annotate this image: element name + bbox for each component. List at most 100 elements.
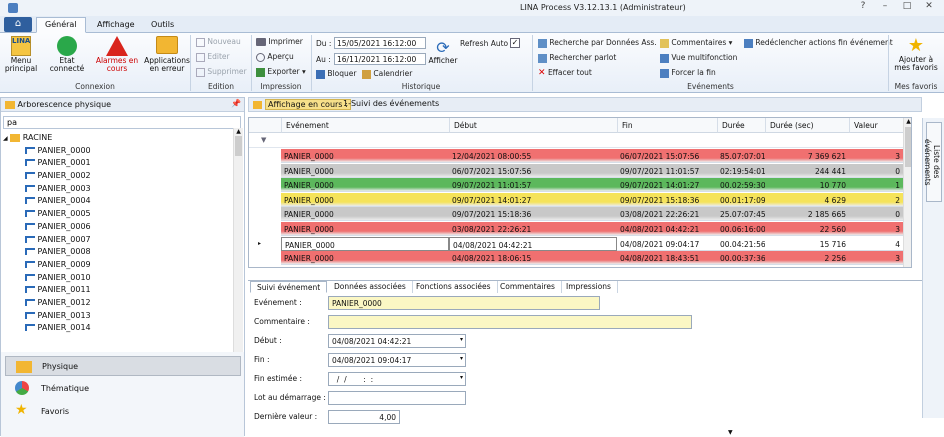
column-header[interactable]: Evénement: [281, 118, 449, 133]
etat-connecte-button[interactable]: Etat connecté: [44, 36, 90, 73]
fin-field[interactable]: 04/08/2021 09:04:17 ▾: [328, 353, 466, 367]
table-cell: PANIER_0000: [284, 254, 334, 264]
afficher-button[interactable]: ⟳ Afficher: [428, 39, 458, 65]
menu-principal-button[interactable]: LINA Menu principal: [2, 36, 40, 73]
recherche-donnees-button[interactable]: Recherche par Données Ass.: [538, 38, 657, 48]
column-header[interactable]: Durée (sec): [765, 118, 849, 133]
help-button[interactable]: ?: [852, 1, 874, 15]
search-lot-icon: [538, 53, 547, 63]
tree-item[interactable]: PANIER_0008: [3, 246, 233, 259]
calendrier-button[interactable]: Calendrier: [362, 69, 412, 79]
table-row[interactable]: PANIER_0000 04/08/2021 18:06:15 04/08/2021…: [249, 251, 911, 266]
au-datetime-input[interactable]: 16/11/2021 16:12:00: [334, 53, 426, 65]
detail-tab[interactable]: Suivi événement: [250, 281, 328, 293]
group-label-edition: Edition: [208, 82, 234, 91]
column-header[interactable]: Valeur: [849, 118, 903, 133]
tree-item[interactable]: PANIER_0009: [3, 259, 233, 272]
editer-button[interactable]: Editer: [196, 52, 230, 62]
recherche-parlot-button[interactable]: Rechercher parlot: [538, 53, 616, 63]
tree-item[interactable]: PANIER_0013: [3, 310, 233, 323]
table-cell: 10 770: [819, 181, 846, 191]
effacer-tout-button[interactable]: ✕ Effacer tout: [538, 68, 592, 78]
column-header[interactable]: Début: [449, 118, 617, 133]
tab-general[interactable]: Général: [36, 17, 86, 33]
minimize-button[interactable]: –: [874, 1, 896, 15]
recherche-donnees-label: Recherche par Données Ass.: [549, 38, 657, 47]
forcer-fin-button[interactable]: Forcer la fin: [660, 68, 716, 78]
liste-evenements-tab[interactable]: Liste des événements: [923, 122, 942, 202]
table-row[interactable]: PANIER_0000 06/07/2021 15:07:56 09/07/2021…: [249, 163, 911, 179]
table-cell: 3: [895, 152, 900, 161]
apercu-button[interactable]: Aperçu: [256, 52, 294, 62]
redeclencher-button[interactable]: Redéclencher actions fin événement: [744, 38, 893, 48]
lot-field[interactable]: [328, 391, 466, 405]
filter-row[interactable]: ▼: [249, 133, 911, 148]
table-row[interactable]: PANIER_0000 03/08/2021 22:26:21 04/08/2021…: [249, 222, 911, 237]
imprimer-button[interactable]: Imprimer: [256, 37, 303, 46]
home-icon[interactable]: ⌂: [4, 17, 32, 32]
dropdown-arrow-icon[interactable]: ▾: [460, 374, 463, 381]
table-cell: 03/08/2021 22:26:21: [452, 225, 532, 234]
dropdown-arrow-icon[interactable]: ▾: [460, 355, 463, 362]
exporter-button[interactable]: Exporter ▾: [256, 67, 306, 77]
debut-field[interactable]: 04/08/2021 04:42:21 ▾: [328, 334, 466, 348]
dropdown-arrow-icon[interactable]: ▾: [460, 336, 463, 343]
tree-root[interactable]: ◢ RACINE: [3, 132, 233, 145]
tab-outils[interactable]: Outils: [142, 17, 183, 33]
table-row[interactable]: PANIER_0000 09/07/2021 15:18:36 03/08/2021…: [249, 207, 911, 222]
tree-scrollbar[interactable]: ▲: [233, 128, 243, 366]
tree-item-label: PANIER_0007: [37, 234, 91, 244]
tree-item[interactable]: PANIER_0000: [3, 145, 233, 158]
tree-item-label: PANIER_0002: [37, 171, 91, 181]
detail-tab[interactable]: Impressions: [560, 281, 618, 293]
tree-item[interactable]: PANIER_0002: [3, 170, 233, 183]
ajouter-favoris-button[interactable]: ★ Ajouter à mes favoris: [890, 36, 942, 72]
commentaires-button[interactable]: Commentaires ▾: [660, 38, 732, 48]
table-cell: 04/08/2021 18:43:51: [620, 254, 700, 264]
splitter-arrow-icon[interactable]: ▼: [728, 429, 733, 436]
tree-item[interactable]: PANIER_0004: [3, 195, 233, 208]
vue-multifonction-button[interactable]: Vue multifonction: [660, 53, 737, 63]
grid-scrollbar[interactable]: ▲: [903, 118, 911, 267]
bloquer-button[interactable]: Bloquer: [316, 69, 356, 79]
commentaire-field[interactable]: [328, 315, 692, 329]
nav-thematique[interactable]: Thématique: [5, 379, 241, 399]
maximize-button[interactable]: □: [896, 1, 918, 15]
table-row[interactable]: PANIER_0000 12/04/2021 08:00:55 06/07/2021…: [249, 149, 911, 164]
nav-physique[interactable]: Physique: [5, 356, 241, 376]
close-button[interactable]: ✕: [918, 1, 940, 15]
tree-item[interactable]: PANIER_0005: [3, 208, 233, 221]
alarmes-en-cours-button[interactable]: Alarmes en cours: [94, 36, 140, 73]
detail-tab[interactable]: Fonctions associées: [410, 281, 498, 293]
nav-favoris[interactable]: ★ Favoris: [5, 402, 241, 422]
table-row[interactable]: ▸ PANIER_0000 04/08/2021 04:42:21 04/08/202…: [249, 236, 911, 252]
node-icon: [25, 172, 35, 180]
nouveau-button[interactable]: Nouveau: [196, 37, 241, 47]
tree-item[interactable]: PANIER_0007: [3, 234, 233, 247]
refresh-auto-checkbox[interactable]: ✓: [510, 38, 520, 48]
affichage-select[interactable]: 1-Suivi des événements: [341, 99, 921, 110]
du-datetime-input[interactable]: 15/05/2021 16:12:00: [334, 37, 426, 49]
table-row[interactable]: PANIER_0000 09/07/2021 11:01:57 09/07/2021…: [249, 178, 911, 193]
tree-item[interactable]: PANIER_0010: [3, 272, 233, 285]
applications-en-erreur-button[interactable]: Applications en erreur: [144, 36, 190, 73]
tree-search-input[interactable]: [3, 116, 241, 129]
detail-tab[interactable]: Commentaires: [494, 281, 562, 293]
tree-item[interactable]: PANIER_0001: [3, 157, 233, 170]
evenement-field[interactable]: PANIER_0000: [328, 296, 600, 310]
derniere-valeur-field[interactable]: 4,00: [328, 410, 400, 424]
menu-principal-label: Menu principal: [4, 56, 38, 73]
column-header[interactable]: Durée: [717, 118, 765, 133]
column-header[interactable]: Fin: [617, 118, 717, 133]
tree-item[interactable]: PANIER_0011: [3, 284, 233, 297]
detail-tab[interactable]: Données associées: [328, 281, 413, 293]
tree-item[interactable]: PANIER_0003: [3, 183, 233, 196]
table-row[interactable]: PANIER_0000 09/07/2021 14:01:27 09/07/2021…: [249, 192, 911, 208]
tab-affichage[interactable]: Affichage: [88, 17, 144, 33]
tree-item[interactable]: PANIER_0012: [3, 297, 233, 310]
tree-item[interactable]: PANIER_0014: [3, 322, 233, 335]
tree-item[interactable]: PANIER_0006: [3, 221, 233, 234]
fin-estimee-field[interactable]: / / : : ▾: [328, 372, 466, 386]
supprimer-button[interactable]: Supprimer: [196, 67, 247, 77]
pin-icon[interactable]: 📌: [231, 99, 241, 108]
